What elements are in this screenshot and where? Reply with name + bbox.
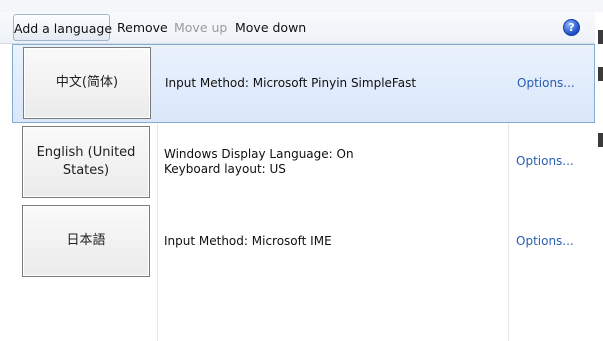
language-row-chinese[interactable]: 中文(简体) Input Method: Microsoft Pinyin Si… [12,44,595,123]
remove-button[interactable]: Remove [117,14,168,41]
language-details: Input Method: Microsoft Pinyin SimpleFas… [165,76,495,91]
language-details: Input Method: Microsoft IME [164,234,494,249]
options-link-chinese[interactable]: Options... [517,76,575,90]
options-link-japanese[interactable]: Options... [516,234,574,248]
language-toolbar: Add a language Remove Move up Move down [0,12,595,44]
help-icon[interactable]: ? [563,19,580,36]
language-name: 日本語 [66,233,106,248]
edge-mark [598,67,603,81]
detail-line: Input Method: Microsoft IME [164,234,332,248]
language-name: English (United States) [36,145,136,178]
move-up-button[interactable]: Move up [174,14,227,41]
language-tile-japanese[interactable]: 日本語 [22,205,150,277]
language-list: 中文(简体) Input Method: Microsoft Pinyin Si… [12,44,595,341]
language-details: Windows Display Language: On Keyboard la… [164,147,494,177]
detail-line: Windows Display Language: On [164,147,354,161]
add-language-button[interactable]: Add a language [13,14,112,41]
language-name: 中文(简体) [55,75,119,90]
language-row-japanese[interactable]: 日本語 Input Method: Microsoft IME Options.… [12,202,595,281]
window-top-strip [0,0,603,12]
options-link-english[interactable]: Options... [516,154,574,168]
edge-mark [598,30,603,44]
language-tile-chinese[interactable]: 中文(简体) [23,47,151,119]
detail-line: Input Method: Microsoft Pinyin SimpleFas… [165,76,417,90]
language-row-english[interactable]: English (United States) Windows Display … [12,123,595,202]
detail-line: Keyboard layout: US [164,162,286,176]
edge-mark [598,133,603,147]
move-down-button[interactable]: Move down [235,14,306,41]
language-tile-english[interactable]: English (United States) [22,126,150,198]
